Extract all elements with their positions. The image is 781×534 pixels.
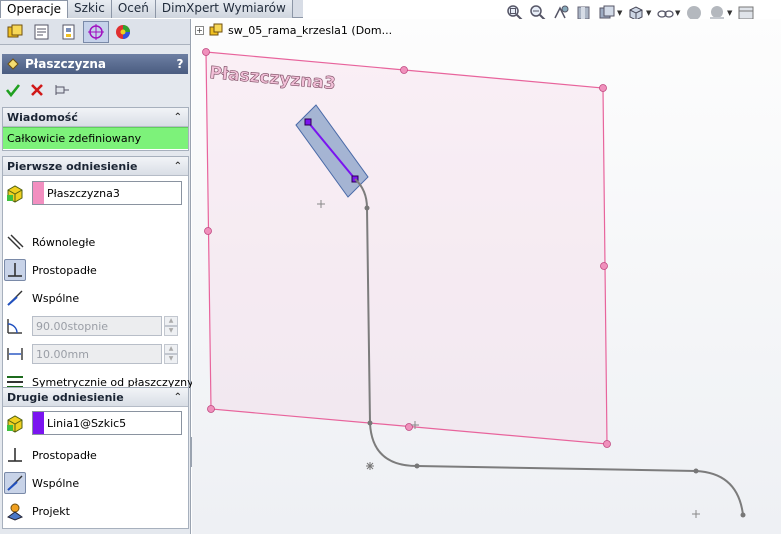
origin-asterisk-icon xyxy=(366,462,374,470)
part-name: sw_05_rama_krzesla1 (Dom... xyxy=(228,23,393,37)
part-icon xyxy=(209,23,223,36)
line-endpoint[interactable] xyxy=(304,118,312,126)
plane-surface[interactable] xyxy=(205,51,608,445)
model-scene: Płaszczyzna3 xyxy=(202,48,746,518)
feature-tree-flyout[interactable]: + sw_05_rama_krzesla1 (Dom... xyxy=(195,22,392,38)
expand-icon[interactable]: + xyxy=(195,25,204,35)
